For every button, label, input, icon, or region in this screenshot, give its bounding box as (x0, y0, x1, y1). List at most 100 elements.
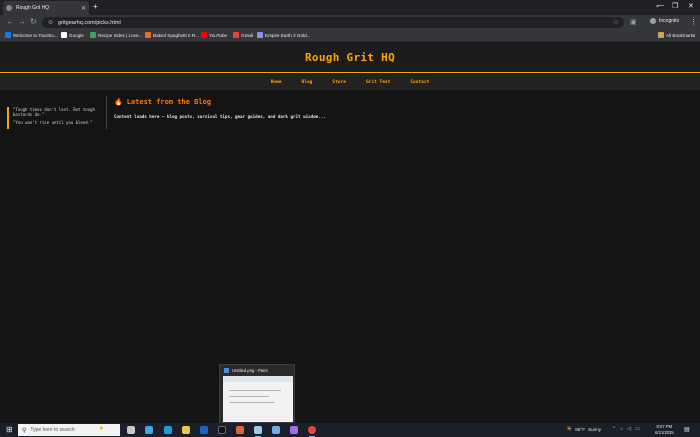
bookmark-item[interactable]: Welcome to Facebo... (5, 32, 58, 38)
thumbnail-toolbar (223, 376, 293, 382)
restore-icon[interactable]: ❐ (672, 2, 678, 10)
thumbnail-line (229, 402, 275, 403)
quotes-sidebar: "Tough times don't last. But tough basta… (7, 107, 107, 129)
site-nav: Home Blog Store Grit Test Contact (0, 74, 700, 90)
bookmark-label: Empire Earth 2 Gold... (265, 32, 311, 38)
bookmark-label: Recipe Index | Love... (98, 32, 143, 38)
app-icon[interactable] (272, 426, 280, 434)
address-bar[interactable]: ⊜ gritgearhq.com/picks.html ☆ (42, 17, 624, 28)
fire-icon: 🔥 (114, 98, 123, 106)
nav-link-contact[interactable]: Contact (410, 80, 429, 85)
bookmark-favicon-icon (201, 32, 207, 38)
nav-link-store[interactable]: Store (332, 80, 346, 85)
all-bookmarks-button[interactable]: All Bookmarks (658, 32, 695, 38)
bookmark-item[interactable]: Empire Earth 2 Gold... (257, 32, 310, 38)
bookmarks-bar: All Bookmarks Welcome to Facebo... Google… (0, 30, 700, 42)
reload-icon[interactable]: ↻ (30, 18, 37, 26)
nav-link-grit-test[interactable]: Grit Test (366, 80, 390, 85)
window-close-icon[interactable]: ✕ (688, 2, 694, 10)
nav-link-home[interactable]: Home (271, 80, 282, 85)
bookmark-item[interactable]: Baked Spaghetti II R... (145, 32, 199, 38)
weather-condition: Sunny (588, 427, 602, 432)
chevron-up-icon[interactable]: ⌃ (612, 426, 616, 432)
blog-heading: 🔥 Latest from the Blog (114, 98, 211, 106)
terminal-icon[interactable] (218, 426, 226, 434)
thumbnail-line (229, 396, 269, 397)
network-icon[interactable]: ⌂ (620, 426, 623, 432)
column-divider (106, 96, 107, 129)
tab-close-icon[interactable]: ✕ (81, 5, 86, 12)
site-header: Rough Grit HQ (0, 42, 700, 73)
blog-description: Content loads here — blog posts, surviva… (114, 114, 326, 119)
url-text: gritgearhq.com/picks.html (58, 19, 121, 26)
system-tray: ⌃ ⌂ ◁ ▭ (612, 426, 640, 432)
paint-taskbar-icon[interactable] (254, 426, 262, 437)
minimize-icon[interactable]: — (657, 2, 664, 9)
speaker-icon[interactable]: ◁ (627, 426, 631, 432)
site-title: Rough Grit HQ (305, 50, 395, 64)
bookmark-favicon-icon (233, 32, 239, 38)
search-highlight-icon[interactable]: ✦ (98, 425, 105, 433)
browser-toolbar: ← → ↻ ⊜ gritgearhq.com/picks.html ☆ ▣ In… (0, 15, 700, 30)
paint-icon (224, 368, 229, 373)
web-page: Rough Grit HQ Home Blog Store Grit Test … (0, 42, 700, 423)
blog-title: Latest from the Blog (126, 98, 212, 106)
incognito-label: Incognito (659, 18, 680, 24)
thumbnail-image (223, 376, 293, 422)
bookmark-item[interactable]: YouTube (201, 32, 227, 38)
weather-widget[interactable]: ☀ 85°F Sunny (566, 426, 601, 433)
bookmark-item[interactable]: Google (61, 32, 84, 38)
bookmark-item[interactable]: Recipe Index | Love... (90, 32, 142, 38)
bookmark-favicon-icon (90, 32, 96, 38)
bookmark-favicon-icon (61, 32, 67, 38)
paint-thumbnail-preview[interactable]: Untitled.png - Paint (219, 364, 295, 423)
copilot-icon[interactable] (145, 426, 153, 434)
tab-favicon-icon (6, 5, 12, 11)
app-icon[interactable] (290, 426, 298, 434)
bookmark-item[interactable]: Gmail (233, 32, 253, 38)
bookmark-label: Baked Spaghetti II R... (153, 32, 199, 38)
incognito-indicator[interactable]: Incognito (650, 18, 679, 24)
firefox-icon[interactable] (236, 426, 244, 434)
new-tab-button[interactable]: + (93, 3, 98, 11)
edge-icon[interactable] (164, 426, 172, 434)
side-panel-icon[interactable]: ▣ (630, 18, 637, 26)
browser-tab[interactable]: Rough Grit HQ ✕ (3, 1, 89, 15)
nav-link-blog[interactable]: Blog (302, 80, 313, 85)
bookmark-favicon-icon (5, 32, 11, 38)
clock-date: 6/21/2025 (655, 430, 674, 435)
bookmark-label: Gmail (241, 32, 253, 38)
back-icon[interactable]: ← (6, 18, 14, 26)
windows-start-icon[interactable]: ⊞ (6, 426, 13, 434)
temperature: 85°F (575, 427, 586, 432)
notification-icon[interactable]: ▤ (684, 426, 690, 433)
bookmark-favicon-icon (257, 32, 263, 38)
search-placeholder: Type here to search (30, 427, 75, 433)
incognito-icon (650, 18, 656, 24)
site-info-icon[interactable]: ⊜ (48, 19, 53, 26)
chrome-icon[interactable] (308, 426, 316, 437)
thumbnail-label: Untitled.png - Paint (232, 368, 268, 373)
quote-1: "Tough times don't last. But tough basta… (13, 107, 95, 117)
menu-icon[interactable]: ⋮ (690, 18, 697, 26)
bookmark-label: Google (69, 32, 84, 38)
all-bookmarks-label: All Bookmarks (666, 32, 696, 38)
clock[interactable]: 8:07 PM 6/21/2025 (655, 424, 674, 436)
bookmark-label: YouTube (209, 32, 228, 38)
tab-strip: Rough Grit HQ ✕ + ⌄ — ❐ ✕ (0, 0, 700, 15)
folder-icon (658, 32, 664, 38)
bookmark-favicon-icon (145, 32, 151, 38)
search-icon: ⚲ (22, 427, 27, 434)
thumbnail-line (229, 390, 281, 391)
battery-icon[interactable]: ▭ (635, 426, 640, 432)
file-explorer-icon[interactable] (182, 426, 190, 434)
task-view-icon[interactable] (127, 426, 135, 434)
quote-2: "You won't rise until you bleed." (13, 120, 93, 125)
sun-icon: ☀ (566, 426, 573, 433)
bookmark-star-icon[interactable]: ☆ (613, 18, 619, 26)
thumbnail-title: Untitled.png - Paint (224, 368, 268, 373)
windows-taskbar: ⊞ ⚲ Type here to search ✦ ☀ 85°F Sunny ⌃… (0, 423, 700, 437)
outlook-icon[interactable] (200, 426, 208, 434)
forward-icon[interactable]: → (18, 18, 26, 26)
bookmark-label: Welcome to Facebo... (13, 32, 58, 38)
